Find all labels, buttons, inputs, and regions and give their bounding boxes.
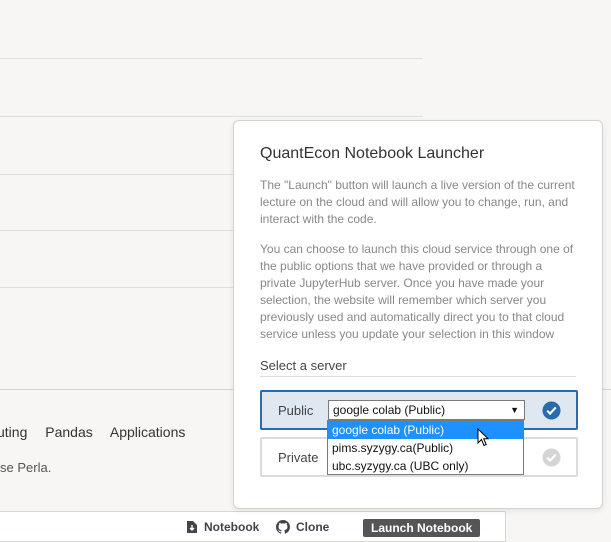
- footer-link-computing[interactable]: uting: [0, 424, 27, 440]
- public-server-select[interactable]: google colab (Public) ▼: [328, 400, 525, 420]
- footer-link-applications[interactable]: Applications: [110, 424, 186, 440]
- lecture-toolbar: Notebook Clone Launch Notebook: [0, 511, 506, 542]
- private-label: Private: [278, 450, 319, 465]
- clone-button[interactable]: Clone: [276, 520, 329, 534]
- public-label: Public: [278, 403, 314, 418]
- background-divider: [0, 230, 234, 231]
- launch-notebook-button[interactable]: Launch Notebook: [363, 519, 481, 537]
- select-server-label: Select a server: [260, 358, 347, 373]
- background-divider: [0, 287, 234, 288]
- select-server-divider: [260, 376, 576, 377]
- download-icon: [187, 521, 197, 533]
- clone-label: Clone: [296, 520, 330, 534]
- background-divider: [0, 116, 423, 117]
- github-icon: [276, 520, 290, 534]
- dropdown-arrow-icon: ▼: [510, 405, 519, 415]
- background-divider: [0, 174, 234, 175]
- server-dropdown-list: google colab (Public) pims.syzygy.ca(Pub…: [327, 420, 524, 475]
- mouse-cursor-icon: [477, 428, 489, 447]
- dropdown-option[interactable]: google colab (Public): [328, 421, 523, 439]
- background-divider: [0, 58, 423, 59]
- public-server-selected-value: google colab (Public): [333, 403, 446, 417]
- panel-description: The "Launch" button will launch a live v…: [260, 178, 575, 226]
- footer-credit: se Perla.: [0, 460, 52, 475]
- footer-link-pandas[interactable]: Pandas: [45, 424, 92, 440]
- check-circle-icon: [542, 448, 561, 467]
- notebook-download-button[interactable]: Notebook: [186, 520, 259, 534]
- footer-links: uting Pandas Applications: [0, 424, 199, 440]
- check-circle-icon: [542, 401, 561, 420]
- panel-instructions: You can choose to launch this cloud serv…: [260, 242, 574, 341]
- dropdown-option[interactable]: ubc.syzygy.ca (UBC only): [328, 457, 523, 475]
- notebook-label: Notebook: [204, 520, 260, 534]
- dropdown-option[interactable]: pims.syzygy.ca(Public): [328, 439, 523, 457]
- panel-title: QuantEcon Notebook Launcher: [260, 145, 485, 162]
